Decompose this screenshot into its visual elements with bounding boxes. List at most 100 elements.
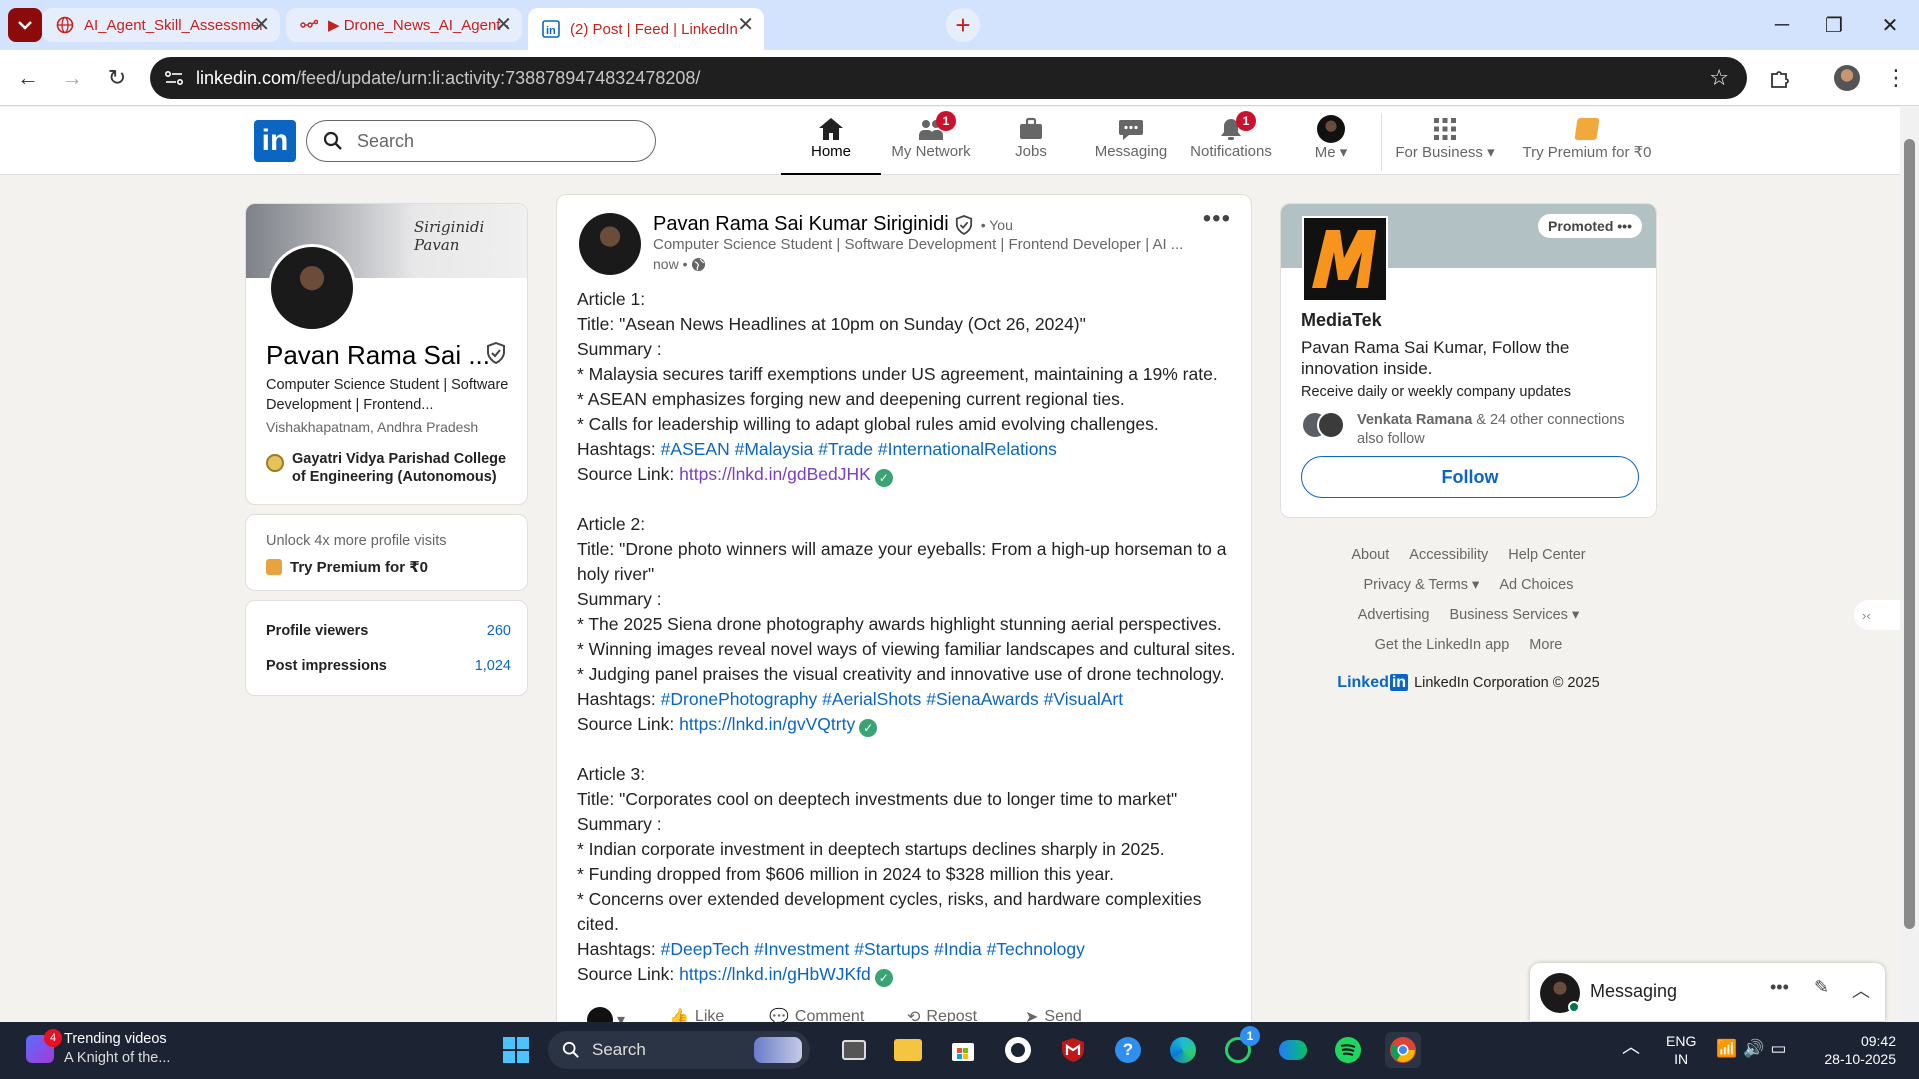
chevron-up-icon[interactable]: ︿ [1852, 977, 1870, 1003]
footer-link-about[interactable]: About [1351, 547, 1389, 563]
stat-value: 260 [486, 623, 511, 639]
nav-for-business[interactable]: For Business ▾ [1395, 115, 1495, 175]
forward-icon[interactable]: → [56, 62, 88, 94]
nav-label: Jobs [1015, 143, 1047, 160]
post-timestamp: now • [653, 256, 706, 272]
close-tab-icon[interactable]: ✕ [253, 12, 270, 37]
browser-tab-1[interactable]: AI_Agent_Skill_Assessment_Task ✕ [42, 8, 280, 42]
address-bar[interactable]: linkedin.com/feed/update/urn:li:activity… [150, 57, 1747, 99]
network-volume-battery[interactable]: 📶🔊▭ [1716, 1040, 1792, 1058]
nav-home[interactable]: Home [781, 115, 881, 175]
footer-link-accessibility[interactable]: Accessibility [1409, 547, 1488, 563]
webex-icon[interactable] [1275, 1032, 1311, 1068]
close-tab-icon[interactable]: ✕ [737, 12, 754, 37]
bookmark-star-icon[interactable]: ☆ [1709, 65, 1729, 91]
follow-button[interactable]: Follow [1301, 456, 1639, 498]
side-panel-toggle[interactable]: ›‹ [1854, 600, 1900, 630]
language-indicator[interactable]: ENG IN [1666, 1032, 1696, 1068]
promoted-label[interactable]: Promoted ••• [1538, 214, 1642, 238]
widgets-button[interactable]: 4 Trending videos A Knight of the... [26, 1029, 170, 1068]
search-input[interactable]: Search [306, 120, 656, 162]
footer-link-get-app[interactable]: Get the LinkedIn app [1375, 637, 1510, 653]
profile-school[interactable]: Gayatri Vidya Parishad College of Engine… [266, 450, 516, 486]
source-link[interactable]: https://lnkd.in/gvVQtrty [679, 714, 855, 734]
restore-icon[interactable]: ❐ [1809, 8, 1859, 42]
stat-row-profile-viewers[interactable]: Profile viewers 260 [266, 623, 511, 639]
new-tab-button[interactable]: + [946, 8, 980, 42]
source-link[interactable]: https://lnkd.in/gdBedJHK [679, 464, 871, 484]
author-avatar[interactable] [579, 213, 641, 275]
nav-me[interactable]: Me ▾ [1281, 115, 1381, 175]
back-icon[interactable]: ← [12, 62, 44, 94]
footer-link-help-center[interactable]: Help Center [1508, 547, 1585, 563]
hashtag-links[interactable]: #DronePhotography #AerialShots #SienaAwa… [661, 689, 1123, 709]
post-author-name[interactable]: Pavan Rama Sai Kumar Siriginidi [653, 213, 949, 236]
messaging-overlay[interactable]: Messaging ••• ✎ ︿ [1530, 963, 1885, 1021]
nav-my-network[interactable]: 1 My Network [881, 111, 981, 175]
taskbar-search[interactable]: Search [548, 1031, 810, 1069]
windows-start-icon[interactable] [498, 1032, 534, 1068]
footer-link-business-services[interactable]: Business Services ▾ [1449, 607, 1579, 623]
file-explorer-icon[interactable] [890, 1032, 926, 1068]
nav-try-premium[interactable]: Try Premium for ₹0 [1515, 115, 1659, 175]
profile-card[interactable]: Siriginidi Pavan Pavan Rama Sai ... Comp… [245, 203, 528, 505]
premium-upsell-card[interactable]: Unlock 4x more profile visits Try Premiu… [245, 514, 528, 591]
source-link[interactable]: https://lnkd.in/gHbWJKfd [679, 964, 871, 984]
nav-jobs[interactable]: Jobs [981, 115, 1081, 175]
profile-avatar-icon[interactable] [1831, 62, 1863, 94]
stat-row-post-impressions[interactable]: Post impressions 1,024 [266, 658, 511, 674]
chrome-icon-active[interactable] [1385, 1032, 1421, 1068]
profile-name[interactable]: Pavan Rama Sai ... [266, 340, 490, 371]
linkedin-logo[interactable]: in [254, 120, 296, 162]
stat-value: 1,024 [474, 658, 511, 674]
microsoft-store-icon[interactable] [945, 1032, 981, 1068]
premium-cta[interactable]: Try Premium for ₹0 [266, 558, 428, 576]
github-icon[interactable] [1000, 1032, 1036, 1068]
hashtag-links[interactable]: #ASEAN #Malaysia #Trade #InternationalRe… [661, 439, 1057, 459]
minimize-icon[interactable]: ─ [1757, 8, 1807, 42]
site-settings-icon[interactable] [164, 69, 184, 87]
compose-icon[interactable]: ✎ [1814, 977, 1829, 998]
more-options-icon[interactable]: ••• [1617, 218, 1632, 234]
nav-messaging[interactable]: Messaging [1081, 115, 1181, 175]
browser-tab-2[interactable]: ▶ Drone_News_AI_Agent - n8n ✕ [286, 8, 522, 42]
footer-link-privacy-terms[interactable]: Privacy & Terms ▾ [1364, 577, 1480, 593]
show-hidden-icons[interactable]: ︿ [1622, 1038, 1640, 1056]
close-tab-icon[interactable]: ✕ [495, 12, 512, 37]
footer-link-more[interactable]: More [1529, 637, 1562, 653]
mcafee-icon[interactable] [1055, 1032, 1091, 1068]
article-bullet: * Judging panel praises the visual creat… [577, 664, 1225, 684]
browser-tab-3-active[interactable]: in (2) Post | Feed | LinkedIn ✕ [528, 8, 764, 50]
whatsapp-icon[interactable]: 1 [1220, 1026, 1260, 1068]
article-summary-label: Summary : [577, 339, 662, 359]
scrollbar-thumb[interactable] [1904, 139, 1915, 929]
footer-link-advertising[interactable]: Advertising [1358, 607, 1430, 623]
tab-search-button[interactable] [8, 8, 42, 42]
mediatek-logo[interactable] [1302, 216, 1388, 302]
browser-menu-icon[interactable]: ⋮ [1880, 62, 1912, 94]
post-author-headline: Computer Science Student | Software Deve… [653, 236, 1184, 253]
people-icon: 1 [916, 111, 956, 143]
nav-label: For Business [1395, 144, 1483, 161]
nav-label: Notifications [1190, 143, 1272, 160]
volume-icon: 🔊 [1743, 1039, 1771, 1058]
more-options-icon[interactable]: ••• [1770, 977, 1789, 998]
ad-company-name[interactable]: MediaTek [1301, 310, 1382, 331]
spotify-icon[interactable] [1330, 1032, 1366, 1068]
get-help-icon[interactable]: ? [1110, 1032, 1146, 1068]
extensions-icon[interactable] [1764, 62, 1796, 94]
promoted-ad-card[interactable]: Promoted ••• MediaTek Pavan Rama Sai Kum… [1280, 203, 1657, 518]
close-window-icon[interactable]: ✕ [1865, 8, 1915, 42]
edge-browser-icon[interactable] [1165, 1032, 1201, 1068]
article-hashtags-line: Hashtags: #DeepTech #Investment #Startup… [577, 937, 1237, 962]
clock[interactable]: 09:42 28-10-2025 [1812, 1032, 1896, 1068]
page-scrollbar[interactable] [1900, 107, 1919, 1022]
reload-icon[interactable]: ↻ [101, 62, 133, 94]
hashtag-links[interactable]: #DeepTech #Investment #Startups #India #… [661, 939, 1085, 959]
task-view-icon[interactable] [836, 1032, 872, 1068]
post-author-line: Pavan Rama Sai Kumar Siriginidi • You [653, 213, 1013, 236]
nav-notifications[interactable]: 1 Notifications [1181, 111, 1281, 175]
profile-photo[interactable] [268, 244, 356, 332]
footer-link-ad-choices[interactable]: Ad Choices [1499, 577, 1573, 593]
post-more-options-icon[interactable]: ••• [1203, 205, 1231, 233]
